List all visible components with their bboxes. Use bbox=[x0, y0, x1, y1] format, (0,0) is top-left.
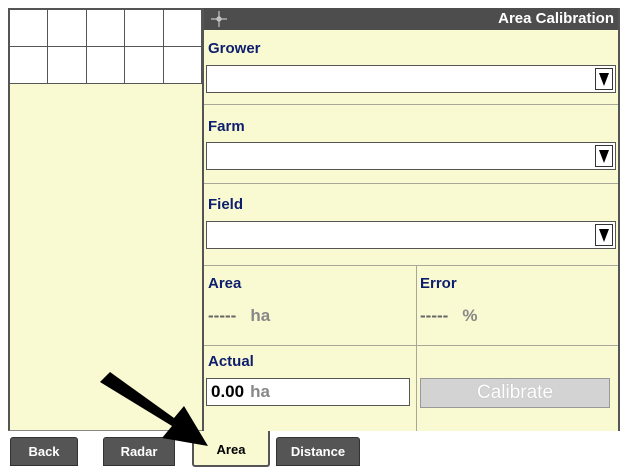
field-label: Field bbox=[208, 196, 244, 213]
grid-cell bbox=[48, 47, 87, 84]
area-value: ----- ha bbox=[208, 306, 270, 326]
divider bbox=[204, 104, 618, 105]
column-divider bbox=[416, 265, 417, 431]
display-screen: Area Calibration Grower Farm Field Area … bbox=[8, 8, 622, 468]
tab-distance[interactable]: Distance bbox=[276, 437, 360, 466]
grid-cell bbox=[163, 10, 202, 47]
tab-area[interactable]: Area bbox=[192, 431, 270, 467]
dropdown-arrow-icon bbox=[595, 145, 613, 167]
tab-bar: Back Radar Area Distance bbox=[8, 431, 622, 468]
grid-cell bbox=[48, 10, 87, 47]
status-grid bbox=[8, 8, 202, 84]
area-readout: ----- bbox=[208, 306, 237, 325]
grid-cell bbox=[163, 47, 202, 84]
actual-value: 0.00 bbox=[211, 382, 245, 401]
divider bbox=[204, 345, 618, 346]
calibrate-button[interactable]: Calibrate bbox=[420, 378, 610, 408]
dropdown-arrow-icon bbox=[595, 224, 613, 246]
actual-area-input[interactable]: 0.00 ha bbox=[206, 378, 410, 406]
divider bbox=[204, 265, 618, 266]
dropdown-arrow-icon bbox=[595, 68, 613, 90]
error-label: Error bbox=[420, 275, 457, 292]
grower-label: Grower bbox=[208, 40, 261, 57]
grid-cell bbox=[10, 10, 49, 47]
divider bbox=[204, 183, 618, 184]
left-panel bbox=[8, 84, 202, 431]
tab-back[interactable]: Back bbox=[10, 437, 78, 466]
crosshair-compass-icon bbox=[210, 10, 228, 28]
grid-cell bbox=[86, 47, 126, 84]
field-dropdown[interactable] bbox=[206, 221, 616, 249]
actual-label: Actual bbox=[208, 353, 254, 370]
grid-cell bbox=[86, 10, 126, 47]
title-bar: Area Calibration bbox=[204, 8, 618, 30]
grid-cell bbox=[125, 10, 164, 47]
window-title: Area Calibration bbox=[498, 10, 614, 27]
error-readout: ----- bbox=[420, 306, 449, 325]
grower-dropdown[interactable] bbox=[206, 65, 616, 93]
tab-radar[interactable]: Radar bbox=[103, 437, 175, 466]
grid-cell bbox=[10, 47, 49, 84]
grid-cell bbox=[125, 47, 164, 84]
actual-unit: ha bbox=[250, 382, 270, 401]
farm-label: Farm bbox=[208, 118, 245, 135]
area-calibration-panel: Area Calibration Grower Farm Field Area … bbox=[202, 8, 620, 431]
error-value: -----% bbox=[420, 306, 477, 326]
area-label: Area bbox=[208, 275, 242, 292]
error-unit: % bbox=[462, 306, 478, 325]
farm-dropdown[interactable] bbox=[206, 142, 616, 170]
area-unit: ha bbox=[250, 306, 271, 325]
